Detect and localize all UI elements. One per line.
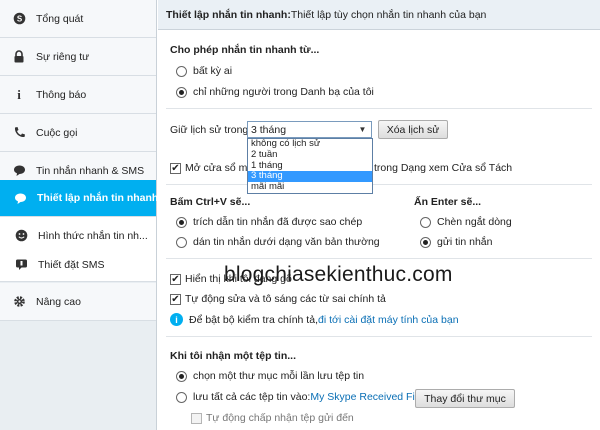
sidebar-item-label: Thiết đặt SMS — [38, 258, 105, 271]
divider — [166, 184, 592, 185]
file-choose-option[interactable]: chọn một thư mục mỗi lần lưu tệp tin — [176, 370, 364, 382]
sidebar-item-label: Cuộc gọi — [36, 126, 78, 139]
enter-send-option[interactable]: gửi tin nhắn — [420, 236, 492, 248]
paste-quote-option[interactable]: trích dẫn tin nhắn đã được sao chép — [176, 216, 362, 228]
paste-plain-option[interactable]: dán tin nhắn dưới dạng văn bản thường — [176, 236, 380, 248]
sidebar-item-label: Tổng quát — [36, 12, 84, 25]
spellcheck-settings-link[interactable]: đi tới cài đặt máy tính của bạn — [318, 314, 459, 326]
panel-header: Thiết lập nhắn tin nhanh: Thiết lập tùy … — [158, 0, 600, 30]
skype-icon: S — [12, 12, 26, 26]
sidebar-item-privacy[interactable]: Sự riêng tư — [0, 38, 156, 76]
received-files-folder-link[interactable]: My Skype Received Files — [310, 391, 428, 403]
smiley-icon — [14, 229, 28, 243]
sidebar-item-general[interactable]: S Tổng quát — [0, 0, 156, 38]
checkbox[interactable]: ✔ — [170, 162, 181, 174]
info-circle-icon: i — [170, 313, 183, 326]
checkbox[interactable]: ✔ — [170, 273, 181, 285]
phone-icon — [12, 126, 26, 140]
divider — [166, 258, 592, 259]
radio-button[interactable] — [420, 236, 431, 248]
settings-sidebar: S Tổng quát Sự riêng tư i Thông báo Cuộc… — [0, 0, 159, 430]
watermark-text: blogchiasekienthuc.com — [224, 263, 453, 286]
sidebar-item-advanced[interactable]: Nâng cao — [0, 283, 156, 321]
chat-icon — [12, 164, 26, 178]
option-label: chọn một thư mục mỗi lần lưu tệp tin — [193, 370, 365, 382]
option-label: bất kỳ ai — [193, 65, 233, 77]
radio-button[interactable] — [176, 216, 187, 228]
sidebar-item-sms-settings[interactable]: Thiết đặt SMS — [0, 248, 156, 282]
page-title: Thiết lập nhắn tin nhanh: — [166, 8, 291, 21]
checkbox-label: Tự động sửa và tô sáng các từ sai chính … — [185, 293, 386, 305]
enter-section-title: Ấn Enter sẽ... — [414, 196, 482, 208]
dropdown-option[interactable]: mãi mãi — [248, 181, 372, 193]
clear-history-button[interactable]: Xóa lịch sử — [378, 120, 448, 139]
file-save-option[interactable]: lưu tất cả các tệp tin vào: My Skype Rec… — [176, 391, 428, 403]
autocorrect-checkbox[interactable]: ✔ Tự động sửa và tô sáng các từ sai chín… — [170, 293, 386, 305]
info-icon: i — [17, 86, 21, 102]
history-label: Giữ lịch sử trong — [170, 124, 249, 136]
allow-section-title: Cho phép nhắn tin nhanh từ... — [170, 44, 320, 56]
auto-accept-checkbox[interactable]: Tự động chấp nhận tệp gửi đến — [191, 412, 354, 424]
checkbox[interactable] — [191, 412, 202, 424]
sidebar-item-label: Sự riêng tư — [36, 50, 90, 63]
history-dropdown-list: không có lịch sử 2 tuần 1 tháng 3 tháng … — [247, 138, 373, 194]
change-folder-button[interactable]: Thay đổi thư mục — [415, 389, 515, 408]
sidebar-item-label: Hình thức nhắn tin nh... — [38, 229, 148, 242]
settings-panel: Thiết lập nhắn tin nhanh: Thiết lập tùy … — [158, 0, 600, 430]
option-label: chỉ những người trong Danh bạ của tôi — [193, 86, 374, 98]
checkbox[interactable]: ✔ — [170, 293, 181, 305]
option-label: Chèn ngắt dòng — [437, 216, 512, 228]
chevron-down-icon[interactable]: ▼ — [356, 123, 369, 136]
option-label: gửi tin nhắn — [437, 236, 493, 248]
sidebar-item-calls[interactable]: Cuộc gọi — [0, 114, 156, 152]
history-select[interactable]: 3 tháng ▼ — [247, 121, 372, 138]
sidebar-item-label: Nâng cao — [36, 295, 81, 308]
sidebar-item-label: Thông báo — [36, 88, 87, 101]
option-label: trích dẫn tin nhắn đã được sao chép — [193, 216, 363, 228]
spellcheck-text: Để bật bộ kiểm tra chính tả, — [189, 313, 318, 326]
radio-button[interactable] — [176, 370, 187, 382]
allow-contacts-option[interactable]: chỉ những người trong Danh bạ của tôi — [176, 86, 374, 98]
history-select-value: 3 tháng — [251, 123, 287, 136]
chat-bubble-icon — [14, 191, 27, 205]
checkbox-label-suffix: trong Dạng xem Cửa sổ Tách — [374, 162, 513, 174]
sidebar-item-label: Tin nhắn nhanh & SMS — [36, 164, 145, 177]
checkbox-label: Tự động chấp nhận tệp gửi đến — [206, 412, 354, 424]
option-label: lưu tất cả các tệp tin vào: — [193, 391, 311, 403]
radio-button[interactable] — [420, 216, 431, 228]
enter-newline-option[interactable]: Chèn ngắt dòng — [420, 216, 512, 228]
dropdown-option[interactable]: 2 tuần — [248, 149, 372, 161]
svg-text:S: S — [16, 15, 22, 24]
spellcheck-info: i Để bật bộ kiểm tra chính tả, đi tới cà… — [170, 313, 459, 326]
page-subtitle: Thiết lập tùy chọn nhắn tin nhanh của bạ… — [290, 8, 487, 21]
radio-button[interactable] — [176, 391, 187, 403]
sidebar-item-notifications[interactable]: i Thông báo — [0, 76, 156, 114]
sidebar-item-label: Thiết lập nhắn tin nhanh — [37, 192, 159, 204]
sms-icon — [14, 258, 28, 272]
radio-button[interactable] — [176, 65, 187, 77]
divider — [166, 336, 592, 337]
divider — [166, 108, 592, 109]
paste-section-title: Bấm Ctrl+V sẽ... — [170, 196, 251, 208]
gear-icon — [12, 295, 26, 309]
radio-button[interactable] — [176, 86, 187, 98]
radio-button[interactable] — [176, 236, 187, 248]
allow-anyone-option[interactable]: bất kỳ ai — [176, 65, 232, 77]
option-label: dán tin nhắn dưới dạng văn bản thường — [193, 236, 380, 248]
sidebar-item-im-settings[interactable]: Thiết lập nhắn tin nhanh — [0, 180, 159, 217]
lock-icon — [12, 50, 26, 64]
file-section-title: Khi tôi nhận một tệp tin... — [170, 350, 296, 362]
